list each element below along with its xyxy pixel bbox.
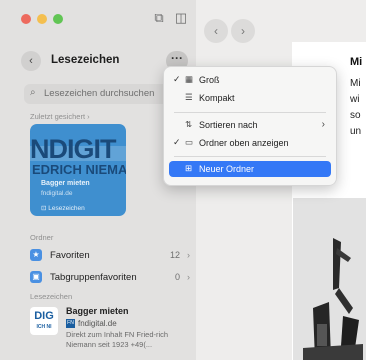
close-button[interactable] (21, 14, 31, 24)
grid-icon: ▦ (185, 74, 194, 84)
favicon-icon: FN (66, 319, 75, 328)
excavator-illustration (293, 198, 366, 360)
menu-separator (174, 156, 326, 157)
page-text-line: un (350, 126, 362, 137)
bookmarks-label: Lesezeichen (30, 292, 73, 301)
bookmark-icon: ⊡ (41, 205, 47, 212)
safari-window: ⧉ ◫ ‹ Lesezeichen ··· ⌕ Lesezeichen durc… (0, 0, 366, 360)
folder-icon: ▭ (185, 137, 194, 147)
page-text-line: wi (350, 94, 360, 105)
bookmark-title: Bagger mieten (66, 306, 129, 316)
chevron-left-icon: ‹ (214, 24, 218, 38)
sidebar-title: Lesezeichen (51, 54, 120, 66)
back-button[interactable]: ‹ (21, 51, 41, 71)
card-title: Bagger mieten (41, 180, 90, 187)
view-options-menu: ✓ ▦ Groß ☰ Kompakt ⇅ Sortieren nach › ✓ … (163, 66, 337, 186)
bookmark-domain: fndigital.de (78, 319, 117, 328)
card-tag: ⊡ Lesezeichen (41, 205, 85, 212)
menu-item-ordner-oben-anzeigen[interactable]: ✓ ▭ Ordner oben anzeigen (169, 135, 331, 151)
bookmark-thumbnail: DIG ICH NI (30, 307, 58, 335)
menu-separator (174, 112, 326, 113)
page-heading: Mi (350, 56, 363, 68)
bookmark-list-item[interactable]: DIG ICH NI Bagger mieten FN fndigital.de… (30, 303, 195, 358)
bookmark-description: Direkt zum Inhalt FN Fried-rich Niemann … (66, 330, 169, 349)
menu-item-gross[interactable]: ✓ ▦ Groß (169, 72, 331, 88)
folder-count: 12 (169, 250, 180, 260)
forward-nav-button[interactable]: › (231, 19, 255, 43)
search-icon: ⌕ (30, 87, 36, 98)
list-icon: ☰ (185, 92, 193, 102)
star-icon: ★ (30, 249, 42, 261)
recent-label: Zuletzt gesichert (30, 112, 86, 121)
chevron-right-icon: › (187, 250, 190, 260)
recent-section[interactable]: Zuletzt gesichert › (30, 112, 90, 121)
menu-item-sortieren-nach[interactable]: ⇅ Sortieren nach › (169, 117, 331, 133)
new-folder-icon: ⊞ (185, 163, 193, 173)
chevron-right-icon: › (187, 272, 190, 282)
excavator-image (293, 198, 366, 360)
chevron-right-icon: › (87, 112, 90, 121)
folder-item-favoriten[interactable]: ★ Favoriten 12 › (30, 248, 190, 264)
checkmark-icon: ✓ (173, 74, 181, 84)
search-placeholder: Lesezeichen durchsuchen (44, 88, 155, 99)
card-logo-sub: EDRICH NIEMA (32, 162, 126, 177)
sidebar-toggle-icon[interactable]: ◫ (172, 9, 190, 27)
recent-bookmark-card[interactable]: NDIGIT EDRICH NIEMA Bagger mieten fndigi… (30, 124, 126, 216)
sort-icon: ⇅ (185, 119, 193, 129)
card-logo: NDIGIT (30, 134, 116, 164)
zoom-button[interactable] (53, 14, 63, 24)
folder-item-tabgruppenfavoriten[interactable]: ▣ Tabgruppenfavoriten 0 › (30, 270, 190, 286)
minimize-button[interactable] (37, 14, 47, 24)
page-text-line: Mi (350, 78, 361, 89)
tab-group-icon: ▣ (30, 271, 42, 283)
chevron-right-icon: › (241, 24, 245, 38)
checkmark-icon: ✓ (173, 137, 181, 147)
menu-item-kompakt[interactable]: ☰ Kompakt (169, 90, 331, 106)
folders-label: Ordner (30, 233, 54, 242)
chevron-right-icon: › (321, 119, 325, 130)
menu-item-neuer-ordner[interactable]: ⊞ Neuer Ordner (169, 161, 331, 177)
tab-overview-icon[interactable]: ⧉ (150, 9, 168, 27)
card-domain: fndigital.de (41, 190, 73, 197)
page-text-line: so (350, 110, 361, 121)
back-nav-button[interactable]: ‹ (204, 19, 228, 43)
folder-count: 0 (174, 272, 180, 282)
